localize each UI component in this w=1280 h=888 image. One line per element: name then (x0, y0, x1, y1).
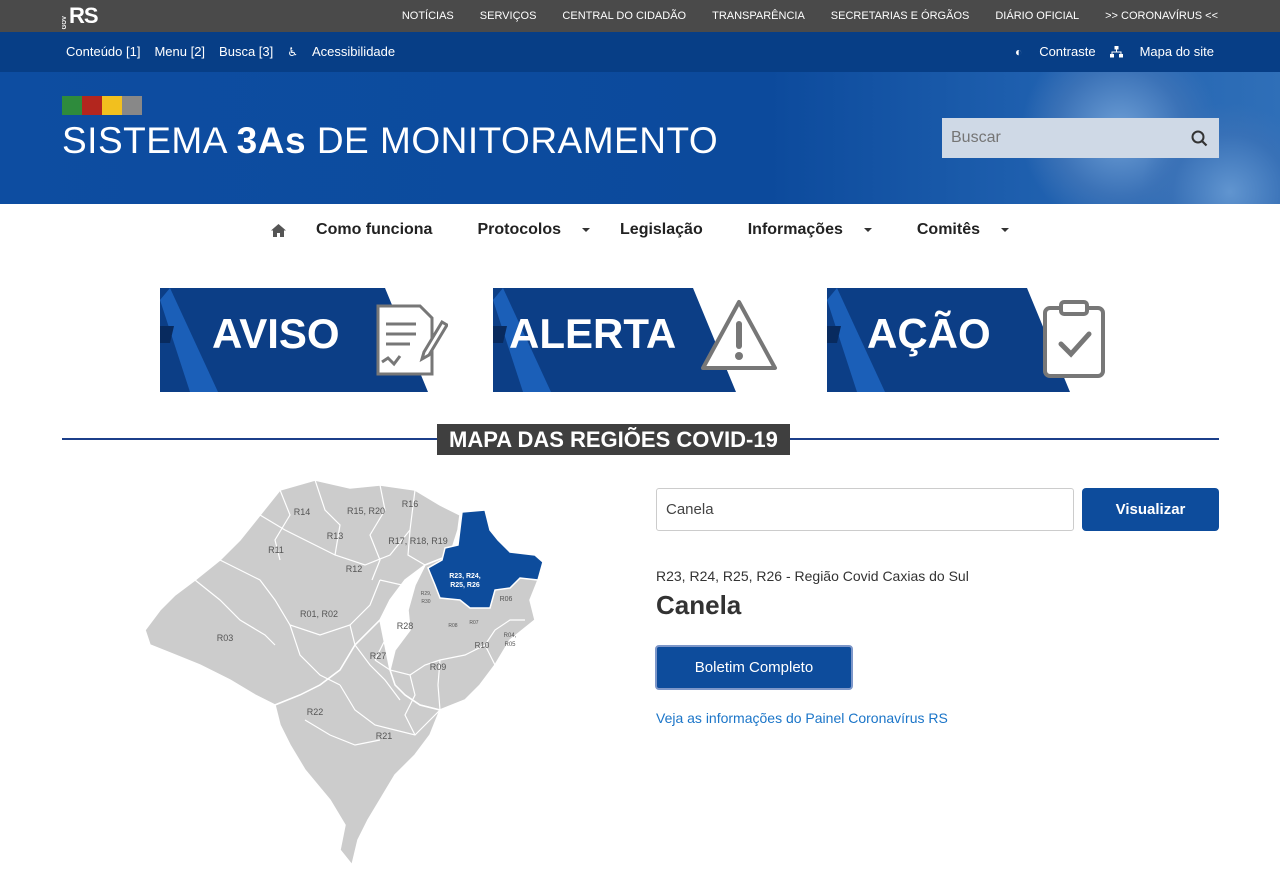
nav-legislacao[interactable]: Legislação (620, 221, 703, 239)
banner-alerta-label: ALERTA (509, 310, 677, 357)
sitemap-icon (1109, 45, 1123, 57)
home-icon (271, 223, 287, 237)
caret-down-icon (1000, 228, 1009, 232)
visualizar-button[interactable]: Visualizar (1082, 488, 1219, 531)
topnav-transparencia[interactable]: TRANSPARÊNCIA (712, 10, 805, 22)
search-input[interactable] (942, 118, 1179, 158)
banner-acao-label: AÇÃO (867, 310, 991, 357)
map-label: R10 (475, 641, 490, 650)
main-navigation: Como funciona Protocolos Legislação Info… (0, 205, 1280, 255)
map-label: R16 (402, 499, 419, 509)
skip-content-link[interactable]: Conteúdo [1] (66, 44, 140, 59)
search-icon[interactable] (1179, 118, 1219, 158)
map-label: R17, R18, R19 (388, 536, 448, 546)
map-label: R27 (370, 651, 387, 661)
contrast-toggle[interactable]: ◐ Contraste (1001, 44, 1096, 59)
map-label: R14 (294, 507, 311, 517)
sitemap-link[interactable]: Mapa do site (1109, 44, 1214, 59)
map-label: R13 (327, 531, 344, 541)
map-label: R11 (268, 545, 284, 555)
map-label: R15, R20 (347, 506, 385, 516)
nav-home[interactable] (271, 223, 287, 237)
topnav-central-cidadao[interactable]: CENTRAL DO CIDADÃO (562, 10, 686, 22)
map-label: R01, R02 (300, 609, 338, 619)
map-label: R08 (448, 623, 457, 629)
document-sign-icon (376, 304, 448, 376)
map-label: R12 (346, 564, 363, 574)
hero-header: SISTEMA 3As DE MONITORAMENTO (0, 72, 1280, 204)
clipboard-check-icon (1043, 300, 1105, 378)
caret-down-icon (863, 228, 872, 232)
skip-search-link[interactable]: Busca [3] (219, 44, 273, 59)
nav-protocolos[interactable]: Protocolos (462, 221, 591, 239)
site-search (942, 118, 1219, 158)
map-section-title: MAPA DAS REGIÕES COVID-19 (437, 424, 790, 455)
map-label: R29, (421, 591, 432, 597)
sitemap-label: Mapa do site (1139, 44, 1214, 59)
logo-rs-text: RS (69, 3, 99, 28)
banner-acao[interactable]: AÇÃO (827, 288, 1119, 392)
boletim-completo-button[interactable]: Boletim Completo (655, 645, 853, 690)
warning-icon (701, 300, 777, 370)
accessibility-link[interactable]: ♿ Acessibilidade (287, 44, 409, 59)
city-name: Canela (656, 590, 742, 620)
map-label: R22 (307, 707, 324, 717)
nav-comites-label: Comitês (916, 221, 980, 238)
map-label: R30 (421, 599, 430, 605)
topnav-secretarias[interactable]: SECRETARIAS E ÓRGÃOS (831, 10, 970, 22)
page-title: SISTEMA 3As DE MONITORAMENTO (62, 120, 719, 161)
top-bar: GOV RS NOTÍCIAS SERVIÇOS CENTRAL DO CIDA… (0, 0, 1280, 32)
rs-flag-icon (62, 96, 142, 115)
map-label: R09 (430, 662, 447, 672)
banner-aviso[interactable]: AVISO (160, 288, 452, 392)
map-label: R23, R24, (449, 573, 481, 580)
city-search-input[interactable] (656, 488, 1074, 531)
contrast-icon: ◐ (1014, 44, 1023, 59)
map-label: R25, R26 (450, 582, 480, 589)
wheelchair-icon: ♿ (287, 44, 299, 59)
banner-alerta[interactable]: ALERTA (493, 288, 785, 392)
map-label: R06 (500, 596, 513, 603)
map-label: R07 (469, 620, 478, 626)
rs-logo[interactable]: GOV RS (62, 3, 99, 29)
nav-como-funciona[interactable]: Como funciona (316, 221, 432, 239)
contrast-label: Contraste (1039, 44, 1096, 59)
map-label: R21 (376, 731, 393, 741)
map-label: R05 (504, 642, 516, 648)
nav-informacoes-label: Informações (747, 221, 843, 238)
logo-gov-text: GOV (62, 15, 68, 29)
topnav-servicos[interactable]: SERVIÇOS (480, 10, 537, 22)
accessibility-label: Acessibilidade (312, 44, 396, 59)
skip-menu-link[interactable]: Menu [2] (154, 44, 205, 59)
map-label: R28 (397, 621, 414, 631)
topnav-diario-oficial[interactable]: DIÁRIO OFICIAL (995, 10, 1079, 22)
region-name: R23, R24, R25, R26 - Região Covid Caxias… (656, 568, 969, 584)
nav-protocolos-label: Protocolos (477, 221, 562, 238)
topnav-noticias[interactable]: NOTÍCIAS (402, 10, 454, 22)
painel-coronavirus-link[interactable]: Veja as informações do Painel Coronavíru… (656, 710, 948, 726)
map-label: R03 (217, 633, 234, 643)
top-navigation: NOTÍCIAS SERVIÇOS CENTRAL DO CIDADÃO TRA… (376, 0, 1218, 32)
banner-aviso-label: AVISO (212, 310, 340, 357)
accessibility-bar: Conteúdo [1] Menu [2] Busca [3] ♿ Acessi… (0, 32, 1280, 72)
map-label: R04, (504, 633, 517, 639)
topnav-coronavirus[interactable]: >> CORONAVÍRUS << (1105, 10, 1218, 22)
rs-regions-map: R14 R15, R20 R16 R13 R11 R17, R18, R19 R… (140, 470, 550, 870)
nav-informacoes[interactable]: Informações (733, 221, 872, 239)
nav-comites[interactable]: Comitês (902, 221, 1009, 239)
caret-down-icon (582, 228, 591, 232)
